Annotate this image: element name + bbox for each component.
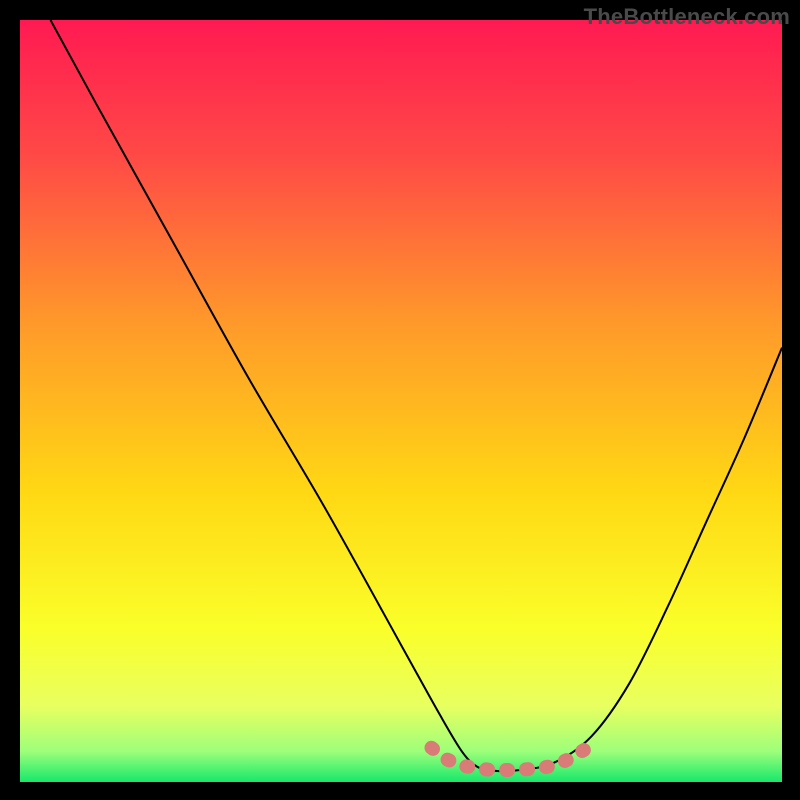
gradient-background [20,20,782,782]
watermark-text: TheBottleneck.com [584,4,790,30]
plot-area [20,20,782,782]
plot-svg [20,20,782,782]
chart-frame: TheBottleneck.com [0,0,800,800]
